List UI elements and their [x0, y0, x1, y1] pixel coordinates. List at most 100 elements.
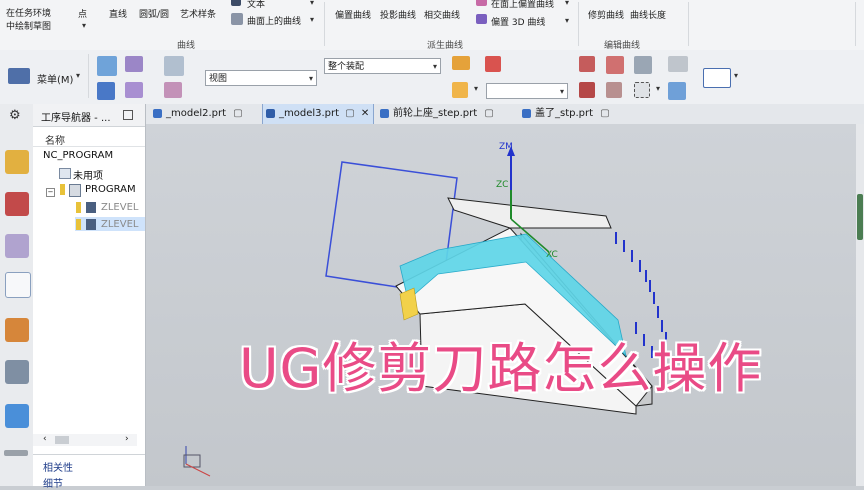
assembly-scope-select[interactable]: 整个装配 ▾ — [324, 58, 441, 74]
machine-tool-icon[interactable] — [5, 318, 29, 342]
tab-modified-icon: ▢ — [484, 108, 494, 119]
tree-node-unused[interactable]: 未用项 — [73, 167, 103, 182]
part-file-icon — [153, 109, 162, 118]
project-curve-button[interactable]: 投影曲线 — [380, 8, 416, 21]
sketch-in-task-label-2[interactable]: 中绘制草图 — [6, 19, 51, 32]
tab-model3[interactable]: _model3.prt ▢ ✕ — [262, 104, 374, 124]
measure-icon[interactable] — [606, 82, 622, 98]
offset-curve-button[interactable]: 偏置曲线 — [335, 8, 371, 21]
navigator-header: 工序导航器 - ... — [33, 104, 145, 127]
printer-icon[interactable] — [668, 56, 688, 72]
sketch-in-task-label[interactable]: 在任务环境 — [6, 6, 51, 19]
snap-point-icon[interactable] — [485, 56, 501, 72]
move-icon[interactable] — [579, 56, 595, 72]
chevron-down-icon: ▾ — [308, 74, 313, 83]
type-filter-icon[interactable] — [164, 56, 184, 76]
zc-axis-label: ZC — [496, 180, 509, 190]
vertical-scrollbar[interactable] — [856, 124, 864, 486]
window-icon[interactable] — [703, 68, 731, 88]
model-view[interactable] — [146, 124, 856, 486]
navigator-title: 工序导航器 - ... — [41, 113, 111, 124]
tree-node-program[interactable]: PROGRAM — [85, 184, 136, 195]
chevron-down-icon: ▾ — [559, 87, 564, 96]
trim-curve-button[interactable]: 修剪曲线 — [588, 8, 624, 21]
part-navigator-icon[interactable] — [5, 150, 29, 174]
column-header-name[interactable]: 名称 — [45, 132, 65, 147]
operation-navigator: 工序导航器 - ... 名称 NC_PROGRAM 未用项 − PROGRAM … — [33, 104, 146, 490]
horizontal-scrollbar[interactable]: ‹ › — [33, 434, 137, 446]
offset-3d-button[interactable]: 偏置 3D 曲线 — [491, 15, 545, 28]
box-select-icon[interactable] — [634, 82, 650, 98]
offset-in-face-button[interactable]: 在面上偏置曲线 — [491, 0, 554, 10]
menu-button[interactable]: 菜单(M) — [37, 71, 73, 86]
crosshair-icon[interactable] — [579, 82, 595, 98]
menu-icon[interactable] — [8, 68, 30, 84]
filter-icon[interactable] — [452, 56, 470, 70]
chevron-down-icon[interactable]: ▾ — [474, 84, 478, 93]
dependency-panel[interactable]: 相关性 — [43, 459, 73, 474]
chevron-down-icon[interactable]: ▾ — [734, 71, 738, 80]
close-icon[interactable]: ✕ — [361, 108, 369, 119]
assembly-navigator-icon[interactable] — [5, 192, 29, 216]
tab-model2[interactable]: _model2.prt ▢ — [150, 104, 243, 124]
video-title-overlay: UG修剪刀路怎么操作 — [239, 337, 763, 400]
snap-icon[interactable] — [97, 82, 115, 100]
library-icon[interactable] — [5, 404, 29, 428]
gear-icon[interactable]: ⚙ — [9, 108, 21, 123]
graphics-window[interactable]: ZM ZC XC UG修剪刀路怎么操作 — [146, 124, 856, 486]
tab-cover[interactable]: 盖了_stp.prt ▢ — [519, 104, 610, 124]
cube-icon[interactable] — [634, 56, 652, 74]
arc-button[interactable]: 圆弧/圆 — [139, 7, 169, 20]
chevron-down-icon[interactable]: ▾ — [310, 0, 314, 7]
history-icon[interactable] — [5, 360, 29, 384]
chevron-down-icon[interactable]: ▾ — [656, 84, 660, 93]
details-panel[interactable]: 细节 — [43, 475, 63, 490]
tree-node-op2[interactable]: ZLEVEL — [101, 219, 138, 230]
shaded-cube-icon[interactable] — [668, 82, 686, 100]
scroll-right-icon[interactable]: › — [125, 434, 129, 444]
intersect-curve-button[interactable]: 相交曲线 — [424, 8, 460, 21]
chevron-down-icon[interactable]: ▾ — [76, 71, 80, 80]
line-button[interactable]: 直线 — [109, 7, 127, 20]
scroll-thumb[interactable] — [55, 436, 69, 444]
curve-length-button[interactable]: 曲线长度 — [630, 8, 666, 21]
tree-node-nc-program[interactable]: NC_PROGRAM — [43, 150, 113, 161]
chevron-down-icon[interactable]: ▾ — [310, 15, 314, 24]
folder-icon — [59, 168, 71, 179]
chevron-down-icon[interactable]: ▾ — [82, 21, 86, 30]
view-filter-value: 视图 — [209, 74, 228, 84]
assembly-select-icon[interactable] — [125, 82, 143, 98]
ribbon-divider — [855, 2, 856, 46]
collapse-icon[interactable]: − — [46, 188, 55, 197]
tab-label: _model3.prt — [279, 108, 340, 119]
rotate-icon[interactable] — [606, 56, 624, 74]
status-flag-icon — [60, 184, 65, 195]
tab-modified-icon: ▢ — [600, 108, 610, 119]
roles-icon[interactable] — [4, 450, 28, 456]
feature-select-icon[interactable] — [164, 82, 182, 98]
tab-modified-icon: ▢ — [233, 108, 243, 119]
selection-filter-icon[interactable] — [97, 56, 117, 76]
constraint-navigator-icon[interactable] — [5, 234, 29, 258]
scroll-left-icon[interactable]: ‹ — [43, 434, 47, 444]
text-button[interactable]: 文本 — [247, 0, 265, 10]
view-filter-select[interactable]: 视图 ▾ — [205, 70, 317, 86]
snap-options-select[interactable]: ▾ — [486, 83, 568, 99]
scroll-thumb[interactable] — [857, 194, 863, 240]
ribbon-divider — [578, 2, 579, 46]
chevron-down-icon[interactable]: ▾ — [565, 16, 569, 25]
pin-icon[interactable] — [123, 110, 133, 120]
chevron-down-icon[interactable]: ▾ — [565, 0, 569, 7]
art-spline-button[interactable]: 艺术样条 — [180, 7, 216, 20]
tab-label: _model2.prt — [166, 108, 227, 119]
tab-front-wheel[interactable]: 前轮上座_step.prt ▢ — [377, 104, 494, 124]
solid-select-icon[interactable] — [125, 56, 143, 72]
offset-3d-icon — [476, 14, 487, 24]
model-top-ledge[interactable] — [447, 197, 612, 229]
curve-on-surface-button[interactable]: 曲面上的曲线 — [247, 14, 301, 27]
point-button[interactable]: 点 — [78, 7, 87, 20]
program-icon — [69, 184, 81, 197]
tree-node-op1[interactable]: ZLEVEL — [101, 202, 138, 213]
funnel-icon[interactable] — [452, 82, 468, 98]
operation-navigator-icon[interactable] — [5, 272, 31, 298]
